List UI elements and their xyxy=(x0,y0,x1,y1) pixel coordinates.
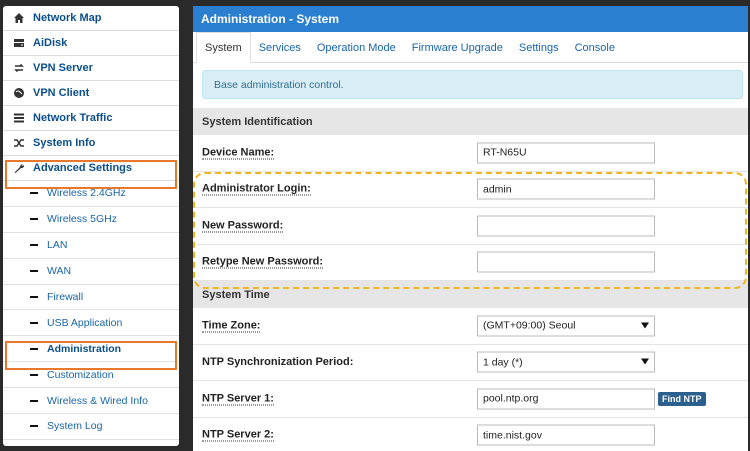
ntp-server-2-input[interactable]: time.nist.gov xyxy=(477,424,655,446)
new-password-input[interactable] xyxy=(477,215,655,237)
dash-icon xyxy=(30,296,38,298)
row-device-name: Device Name: RT-N65U xyxy=(193,135,748,172)
sidebar-subitem-wireless-5ghz[interactable]: Wireless 5GHz xyxy=(3,207,179,233)
admin-login-input[interactable]: admin xyxy=(477,178,655,200)
sidebar-subitem-wan[interactable]: WAN xyxy=(3,259,179,285)
section-system-time: System Time xyxy=(193,281,748,308)
time-zone-value: (GMT+09:00) Seoul xyxy=(483,319,576,332)
sidebar-item-vpn-server[interactable]: VPN Server xyxy=(3,56,179,81)
dropdown-arrow-icon xyxy=(641,322,649,329)
sidebar-item-label: AiDisk xyxy=(33,37,68,49)
retype-password-input[interactable] xyxy=(477,251,655,273)
sidebar-item-aidisk[interactable]: AiDisk xyxy=(3,31,179,56)
tab-bar: System Services Operation Mode Firmware … xyxy=(193,32,748,63)
sidebar-subitem-wireless-24ghz[interactable]: Wireless 2.4GHz xyxy=(3,181,179,207)
section-system-identification: System Identification xyxy=(193,108,748,135)
retype-password-label: Retype New Password: xyxy=(202,255,324,269)
sidebar-subitem-label: Wireless 5GHz xyxy=(47,213,118,226)
tab-settings[interactable]: Settings xyxy=(511,33,567,62)
row-retype-password: Retype New Password: xyxy=(193,245,748,281)
traffic-icon xyxy=(12,112,25,125)
disk-icon xyxy=(12,37,25,50)
sidebar-subitem-label: System Log xyxy=(47,420,103,433)
sidebar-subitem-firewall[interactable]: Firewall xyxy=(3,285,179,311)
main-panel: Administration - System System Services … xyxy=(193,6,748,451)
tab-console[interactable]: Console xyxy=(567,33,623,62)
sidebar-item-network-map[interactable]: Network Map xyxy=(3,6,179,31)
dash-icon xyxy=(30,399,38,402)
ntp-period-value: 1 day (*) xyxy=(483,356,523,369)
sidebar-subitem-label: Firewall xyxy=(47,291,84,303)
dash-icon xyxy=(30,347,38,350)
sidebar-item-system-info[interactable]: System Info xyxy=(3,131,179,156)
dropdown-arrow-icon xyxy=(641,358,649,365)
row-ntp-server-2: NTP Server 2: time.nist.gov xyxy=(193,418,748,451)
tab-operation-mode[interactable]: Operation Mode xyxy=(309,33,404,62)
sidebar-item-label: Network Map xyxy=(33,12,102,24)
sidebar-item-network-traffic[interactable]: Network Traffic xyxy=(3,106,179,131)
sidebar-subitem-label: LAN xyxy=(47,239,68,252)
sidebar-item-advanced-settings[interactable]: Advanced Settings xyxy=(3,156,179,181)
tab-firmware-upgrade[interactable]: Firmware Upgrade xyxy=(404,33,511,62)
sidebar-subitem-system-log[interactable]: System Log xyxy=(3,414,179,440)
ntp-server-1-input[interactable]: pool.ntp.org xyxy=(477,388,655,410)
sidebar-subitem-label: Wireless & Wired Info xyxy=(47,394,148,407)
sidebar-item-label: VPN Server xyxy=(33,62,93,74)
device-name-input[interactable]: RT-N65U xyxy=(477,142,655,164)
sidebar-item-label: Advanced Settings xyxy=(33,162,133,174)
sidebar-subitem-label: WAN xyxy=(47,265,72,278)
shuffle-icon xyxy=(12,137,25,150)
admin-login-label: Administrator Login: xyxy=(202,182,311,196)
time-zone-select[interactable]: (GMT+09:00) Seoul xyxy=(477,315,655,337)
row-time-zone: Time Zone: (GMT+09:00) Seoul xyxy=(193,308,748,345)
dash-icon xyxy=(30,270,38,273)
row-ntp-period: NTP Synchronization Period: 1 day (*) xyxy=(193,345,748,381)
sidebar-subitem-label: Wireless 2.4GHz xyxy=(47,187,126,200)
sidebar-item-vpn-client[interactable]: VPN Client xyxy=(3,81,179,106)
sidebar-subitem-label: Customization xyxy=(47,368,114,381)
sidebar-subitem-wireless-wired-info[interactable]: Wireless & Wired Info xyxy=(3,388,179,415)
sidebar-subitem-label: Administration xyxy=(47,342,122,355)
vpn-server-icon xyxy=(12,62,25,75)
ntp-period-select[interactable]: 1 day (*) xyxy=(477,351,655,373)
tab-system[interactable]: System xyxy=(196,32,251,63)
dash-icon xyxy=(30,425,38,428)
sidebar-subitem-customization[interactable]: Customization xyxy=(3,362,179,389)
row-admin-login: Administrator Login: admin xyxy=(193,172,748,208)
row-new-password: New Password: xyxy=(193,208,748,245)
dash-icon xyxy=(30,373,38,376)
info-box: Base administration control. xyxy=(202,70,743,99)
home-icon xyxy=(12,12,25,25)
new-password-label: New Password: xyxy=(202,219,284,233)
ntp-period-label: NTP Synchronization Period: xyxy=(202,356,354,369)
ntp-server-1-label: NTP Server 1: xyxy=(202,392,274,406)
page-title: Administration - System xyxy=(193,6,748,32)
sidebar: Network Map AiDisk VPN Server VPN Client… xyxy=(3,6,179,446)
tab-services[interactable]: Services xyxy=(251,33,309,62)
dash-icon xyxy=(30,244,38,247)
sidebar-subitem-administration[interactable]: Administration xyxy=(3,336,179,363)
sidebar-subitem-lan[interactable]: LAN xyxy=(3,233,179,259)
wrench-icon xyxy=(12,162,25,175)
sidebar-item-label: Network Traffic xyxy=(33,112,113,124)
sidebar-item-label: System Info xyxy=(33,137,96,149)
row-ntp-server-1: NTP Server 1: pool.ntp.org Find NTP xyxy=(193,381,748,418)
sidebar-subitem-label: USB Application xyxy=(47,316,123,329)
find-ntp-button[interactable]: Find NTP xyxy=(658,391,706,406)
device-name-label: Device Name: xyxy=(202,146,275,160)
sidebar-subitem-usb-application[interactable]: USB Application xyxy=(3,310,179,337)
globe-icon xyxy=(12,87,25,100)
dash-icon xyxy=(30,218,38,221)
dash-icon xyxy=(30,321,38,324)
dash-icon xyxy=(30,192,38,195)
ntp-server-2-label: NTP Server 2: xyxy=(202,428,274,442)
sidebar-item-label: VPN Client xyxy=(33,87,90,99)
time-zone-label: Time Zone: xyxy=(202,319,261,333)
